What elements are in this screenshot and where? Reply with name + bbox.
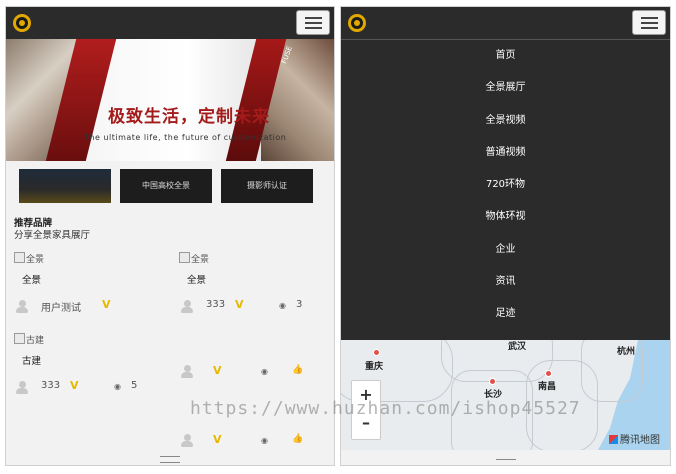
views-count: 5 — [131, 380, 138, 391]
hamburger-line — [305, 22, 322, 24]
logo-icon[interactable] — [13, 14, 31, 32]
card-image[interactable]: 全景 — [179, 252, 209, 265]
map-brand: 腾讯地图 — [609, 431, 660, 446]
hero-banner[interactable]: FUSE 极致生活，定制未来 The ultimate life, the fu… — [6, 39, 334, 161]
menu-item-enterprise[interactable]: 企业 — [341, 234, 670, 266]
menu-item-panorama-video[interactable]: 全景视频 — [341, 105, 670, 137]
category-tiles: 中国高校全景 摄影师认证 — [19, 169, 325, 203]
map-view[interactable]: 重庆 武汉 杭州 长沙 南昌 + – 腾讯地图 — [341, 340, 670, 450]
list-item[interactable]: 古建 古建 333 V ◉ 5 — [14, 333, 164, 405]
hamburger-line — [641, 22, 658, 24]
list-item[interactable]: 全景 全景 用户测试 V — [14, 252, 164, 324]
banner-subtitle: The ultimate life, the future of customi… — [84, 133, 287, 142]
verified-badge-icon: V — [213, 433, 222, 446]
menu-item-normal-video[interactable]: 普通视频 — [341, 137, 670, 169]
watermark-text: https://www.huzhan.com/ishop45527 — [190, 398, 581, 419]
list-item[interactable]: 全景 全景 333 V ◉ 3 — [179, 252, 329, 324]
verified-badge-icon: V — [102, 298, 111, 311]
scroll-grabber[interactable] — [495, 459, 516, 465]
views-icon: ◉ — [261, 436, 268, 445]
logo-icon[interactable] — [348, 14, 366, 32]
banner-room-image-left — [6, 39, 76, 161]
menu-item-footprint[interactable]: 足迹 — [341, 298, 670, 330]
section-subtitle: 分享全景家具展厅 — [14, 230, 91, 241]
card-title[interactable]: 全景 — [22, 272, 41, 286]
city-marker[interactable] — [373, 349, 380, 356]
top-bar — [6, 7, 334, 39]
avatar — [181, 300, 193, 314]
views-icon: ◉ — [261, 367, 268, 376]
top-bar — [341, 7, 670, 39]
menu-toggle-button[interactable] — [296, 10, 330, 35]
views-icon: ◉ — [279, 301, 286, 310]
mobile-menu-screen: 首页 全景展厅 全景视频 普通视频 720环物 物体环视 企业 资讯 足迹 重庆… — [340, 6, 671, 466]
hamburger-icon — [305, 17, 322, 19]
city-marker[interactable] — [545, 370, 552, 377]
avatar — [16, 300, 28, 314]
hamburger-icon — [641, 17, 658, 19]
verified-badge-icon: V — [70, 379, 79, 392]
tile-university-panorama[interactable]: 中国高校全景 — [120, 169, 212, 203]
city-label: 武汉 — [508, 342, 527, 352]
city-marker[interactable] — [489, 378, 496, 385]
views-count: 3 — [296, 299, 303, 310]
like-icon[interactable]: 👍 — [292, 434, 303, 444]
city-label: 南昌 — [538, 382, 557, 392]
card-image[interactable]: 古建 — [14, 333, 44, 346]
menu-item-home[interactable]: 首页 — [341, 40, 670, 72]
menu-item-panorama-hall[interactable]: 全景展厅 — [341, 72, 670, 104]
card-user[interactable]: 333 — [206, 299, 225, 310]
nav-menu: 首页 全景展厅 全景视频 普通视频 720环物 物体环视 企业 资讯 足迹 — [341, 39, 670, 340]
mobile-home-screen: FUSE 极致生活，定制未来 The ultimate life, the fu… — [5, 6, 335, 466]
card-title[interactable]: 古建 — [22, 353, 41, 367]
tencent-map-logo-icon — [609, 435, 618, 444]
avatar — [181, 434, 193, 448]
hamburger-line — [305, 27, 322, 29]
tile-night-city[interactable] — [19, 169, 111, 203]
menu-item-news[interactable]: 资讯 — [341, 266, 670, 298]
verified-badge-icon: V — [235, 298, 244, 311]
card-image[interactable]: 全景 — [14, 252, 44, 265]
menu-toggle-button[interactable] — [632, 10, 666, 35]
city-label: 杭州 — [617, 347, 636, 357]
banner-title: 极致生活，定制未来 — [108, 107, 270, 127]
banner-room-image-right — [261, 39, 334, 161]
avatar — [16, 381, 28, 395]
views-icon: ◉ — [114, 382, 121, 391]
avatar — [181, 365, 193, 379]
scroll-grabber[interactable] — [160, 456, 180, 463]
card-title[interactable]: 全景 — [187, 272, 206, 286]
hamburger-line — [641, 27, 658, 29]
card-user[interactable]: 333 — [41, 380, 60, 391]
menu-item-720-object[interactable]: 720环物 — [341, 169, 670, 201]
tile-photographer-cert[interactable]: 摄影师认证 — [221, 169, 313, 203]
menu-item-object-view[interactable]: 物体环视 — [341, 201, 670, 233]
like-icon[interactable]: 👍 — [292, 365, 303, 375]
city-label: 重庆 — [365, 362, 384, 372]
list-item[interactable]: V ◉ 👍 — [179, 333, 329, 405]
verified-badge-icon: V — [213, 364, 222, 377]
card-user[interactable]: 用户测试 — [41, 299, 81, 314]
map-brand-label: 腾讯地图 — [620, 435, 660, 446]
